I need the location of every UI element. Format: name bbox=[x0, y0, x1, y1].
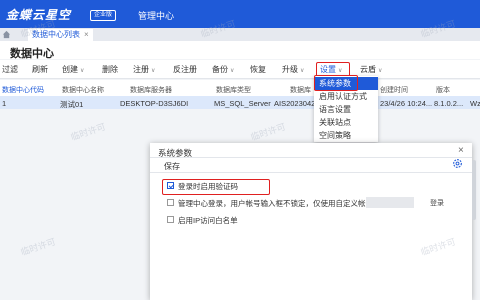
save-button[interactable]: 保存 bbox=[164, 161, 180, 172]
app-title: 管理中心 bbox=[138, 11, 175, 21]
chevron-down-icon: ∨ bbox=[378, 68, 383, 74]
edition-badge: 企业版 bbox=[90, 10, 117, 21]
watermark: 临时许可 bbox=[69, 121, 107, 143]
unlock-account-option-label: 管理中心登录，用户帐号输入框不锁定，仅使用自定义帐号 bbox=[178, 199, 373, 208]
ip-whitelist-checkbox[interactable] bbox=[167, 216, 174, 223]
register-label: 注册 bbox=[133, 65, 149, 74]
menu-item-auth-method[interactable]: 启用认证方式 bbox=[314, 90, 378, 103]
upgrade-button[interactable]: 升级 ∨ bbox=[282, 64, 304, 75]
chevron-down-icon: ∨ bbox=[80, 68, 85, 74]
table-cell: 8.1.0.2... bbox=[434, 99, 464, 108]
watermark: 临时许可 bbox=[249, 121, 287, 143]
menu-item-linked-site[interactable]: 关联站点 bbox=[314, 116, 378, 129]
cloud-shield-label: 云盾 bbox=[360, 65, 376, 74]
account-input[interactable] bbox=[366, 197, 414, 208]
refresh-button[interactable]: 刷新 bbox=[32, 64, 48, 75]
table-cell: DESKTOP-D3SJ6DI bbox=[120, 99, 189, 108]
chevron-down-icon: ∨ bbox=[300, 68, 305, 74]
dialog-divider bbox=[150, 157, 472, 158]
chevron-down-icon: ∨ bbox=[230, 68, 235, 74]
menu-item-language[interactable]: 语言设置 bbox=[314, 103, 378, 116]
home-icon[interactable] bbox=[2, 30, 11, 39]
dialog-scrollbar[interactable] bbox=[472, 160, 476, 220]
register-button[interactable]: 注册 ∨ bbox=[133, 64, 155, 75]
create-button[interactable]: 创建 ∨ bbox=[62, 64, 84, 75]
watermark: 临时许可 bbox=[19, 236, 57, 258]
title-bar bbox=[0, 41, 480, 59]
filter-button[interactable]: 过滤 bbox=[2, 64, 18, 75]
menu-highlight-box bbox=[314, 75, 358, 91]
table-cell: 1 bbox=[2, 99, 7, 108]
upgrade-label: 升级 bbox=[282, 65, 298, 74]
table-cell: 测试01 bbox=[60, 100, 84, 109]
table-cell: 23/4/26 10:24... bbox=[380, 99, 433, 108]
column-header[interactable]: 数据库 bbox=[290, 85, 311, 95]
column-header[interactable]: 版本 bbox=[436, 85, 450, 95]
page-title: 数据中心 bbox=[10, 48, 54, 60]
column-header[interactable]: 数据中心名称 bbox=[62, 85, 104, 95]
table-cell: AIS20230421 bbox=[274, 99, 320, 108]
column-header[interactable]: 数据中心代码 bbox=[2, 85, 44, 95]
unlock-account-checkbox[interactable] bbox=[167, 199, 174, 206]
chevron-down-icon: ∨ bbox=[151, 68, 156, 74]
table-cell: MS_SQL_Server bbox=[214, 99, 271, 108]
unregister-button[interactable]: 反注册 bbox=[173, 64, 197, 75]
column-header[interactable]: 数据库服务器 bbox=[130, 85, 172, 95]
cloud-shield-button[interactable]: 云盾 ∨ bbox=[360, 64, 382, 75]
menu-item-space-policy[interactable]: 空间策略 bbox=[314, 129, 378, 142]
close-icon[interactable]: × bbox=[458, 145, 464, 156]
login-button[interactable]: 登录 bbox=[430, 198, 444, 208]
dialog-divider bbox=[150, 172, 472, 173]
option-highlight-box bbox=[162, 179, 270, 195]
column-header[interactable]: 数据库类型 bbox=[216, 85, 251, 95]
column-header[interactable]: 创建时间 bbox=[380, 85, 408, 95]
restore-button[interactable]: 恢复 bbox=[250, 64, 266, 75]
create-label: 创建 bbox=[62, 65, 78, 74]
table-cell: Wz bbox=[470, 99, 480, 108]
backup-button[interactable]: 备份 ∨ bbox=[212, 64, 234, 75]
backup-label: 备份 bbox=[212, 65, 228, 74]
ip-whitelist-option-label: 启用IP访问白名单 bbox=[178, 216, 238, 225]
top-bar: 金蝶云星空 企业版 管理中心 bbox=[0, 0, 480, 28]
tab-close-icon[interactable]: × bbox=[84, 30, 89, 39]
gear-icon[interactable] bbox=[452, 158, 463, 169]
delete-button[interactable]: 删除 bbox=[102, 64, 118, 75]
